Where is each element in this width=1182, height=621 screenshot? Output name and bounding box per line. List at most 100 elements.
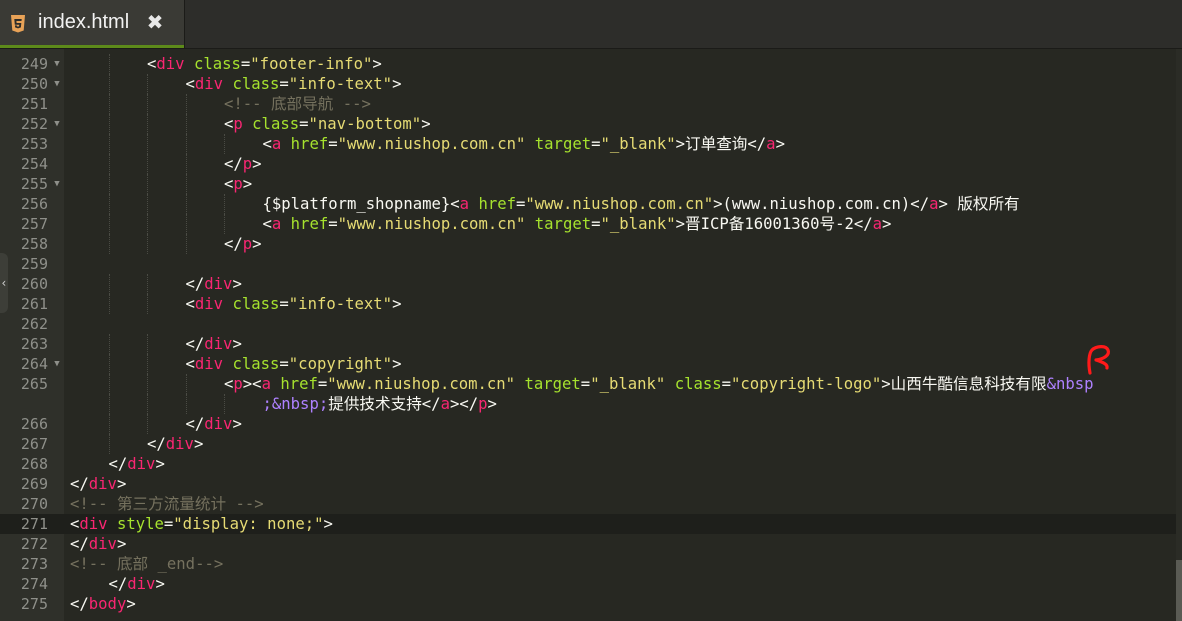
code-text: </div> bbox=[70, 474, 126, 494]
code-line[interactable]: 261 <div class="info-text"> bbox=[0, 294, 1182, 314]
indent-guide bbox=[147, 194, 148, 214]
tag-name: div bbox=[194, 295, 224, 313]
line-number: 268 bbox=[20, 455, 48, 473]
tag-name: a bbox=[271, 215, 282, 233]
code-text: = bbox=[328, 135, 338, 153]
code-text: <p><a href="www.niushop.com.cn" target="… bbox=[224, 374, 1094, 394]
active-tab-indicator bbox=[0, 45, 184, 48]
code-text: <!-- 底部导航 --> bbox=[224, 94, 371, 114]
code-text: > bbox=[126, 595, 136, 613]
indent-guide bbox=[224, 194, 225, 214]
code-text: > bbox=[116, 535, 127, 553]
indent-guide bbox=[224, 394, 225, 414]
attribute-value: "www.niushop.com.cn" bbox=[337, 135, 526, 153]
code-line[interactable]: 265 <p><a href="www.niushop.com.cn" targe… bbox=[0, 374, 1182, 394]
tag-name: div bbox=[194, 75, 224, 93]
fold-toggle-icon[interactable]: ▼ bbox=[52, 74, 62, 94]
code-text: {$platform_shopname}< bbox=[262, 195, 460, 213]
code-text: > bbox=[155, 455, 165, 473]
indent-guide bbox=[108, 94, 110, 114]
line-number: 263 bbox=[20, 335, 48, 353]
code-text: </div> bbox=[109, 574, 165, 594]
code-text: > bbox=[775, 135, 785, 153]
code-text: > bbox=[882, 215, 892, 233]
code-line[interactable]: 254 </p> bbox=[0, 154, 1182, 174]
attribute-value: "_blank" bbox=[600, 215, 676, 233]
code-line[interactable]: 275 </body> bbox=[0, 594, 1182, 614]
tag-name: p bbox=[233, 375, 243, 393]
indent-guide bbox=[108, 434, 110, 454]
vertical-scrollbar[interactable] bbox=[1176, 49, 1182, 621]
attribute-value: "display: none;" bbox=[173, 515, 324, 533]
code-line[interactable]: 266 </div> bbox=[0, 414, 1182, 434]
code-line[interactable]: 262 bbox=[0, 314, 1182, 334]
code-line[interactable]: 256 {$platform_shopname}<a href="www.nius… bbox=[0, 194, 1182, 214]
fold-toggle-icon[interactable]: ▼ bbox=[52, 354, 62, 374]
code-text: = bbox=[516, 195, 526, 213]
code-line[interactable]: 250 ▼ <div class="info-text"> bbox=[0, 74, 1182, 94]
attribute-value: "_blank" bbox=[600, 135, 676, 153]
code-text: > bbox=[372, 55, 382, 73]
close-icon[interactable]: ✖ bbox=[144, 8, 166, 36]
line-number bbox=[0, 394, 48, 414]
code-text: < bbox=[185, 75, 195, 93]
fold-toggle-icon[interactable]: ▼ bbox=[52, 54, 62, 74]
attribute-name: class bbox=[674, 375, 722, 393]
code-line[interactable]: ;&nbsp;提供技术支持</a></p> bbox=[0, 394, 1182, 414]
code-text: = bbox=[279, 295, 289, 313]
code-line[interactable]: 268 </div> bbox=[0, 454, 1182, 474]
tag-name: div bbox=[79, 515, 108, 533]
line-number: 256 bbox=[20, 195, 48, 213]
code-text: {$platform_shopname}<a href="www.niushop… bbox=[263, 194, 1020, 214]
comment: <!-- 底部 _end--> bbox=[70, 555, 224, 573]
code-line[interactable]: 260 </div> bbox=[0, 274, 1182, 294]
tab-index-html[interactable]: index.html ✖ bbox=[0, 0, 185, 48]
indent-guide bbox=[108, 174, 110, 194]
code-text: <div class="info-text"> bbox=[186, 74, 402, 94]
code-text: = bbox=[240, 55, 251, 73]
code-line[interactable]: 251 <!-- 底部导航 --> bbox=[0, 94, 1182, 114]
fold-toggle-icon[interactable]: ▼ bbox=[52, 114, 62, 134]
code-text: <div class="info-text"> bbox=[186, 294, 402, 314]
code-line[interactable]: 264 ▼ <div class="copyright"> bbox=[0, 354, 1182, 374]
code-line[interactable]: 274 </div> bbox=[0, 574, 1182, 594]
scrollbar-thumb[interactable] bbox=[1176, 560, 1182, 621]
code-text: <p> bbox=[224, 174, 252, 194]
code-line[interactable]: 255 ▼ <p> bbox=[0, 174, 1182, 194]
line-number: 269 bbox=[20, 475, 48, 493]
fold-toggle-icon[interactable]: ▼ bbox=[52, 174, 62, 194]
code-area[interactable]: 249 ▼ <div class="footer-info"> 250 ▼ <div cl… bbox=[0, 49, 1182, 621]
indent-guide bbox=[108, 154, 110, 174]
code-text: </ bbox=[108, 455, 128, 473]
line-number: 275 bbox=[20, 595, 48, 613]
code-line[interactable]: 263 </div> bbox=[0, 334, 1182, 354]
code-line[interactable]: 253 <a href="www.niushop.com.cn" target="… bbox=[0, 134, 1182, 154]
code-line[interactable]: 249 ▼ <div class="footer-info"> bbox=[0, 54, 1182, 74]
collapse-sidebar-handle[interactable]: ‹ bbox=[0, 253, 8, 313]
tag-name: div bbox=[165, 435, 194, 453]
indent-guide bbox=[108, 294, 110, 314]
code-line[interactable]: 270 <!-- 第三方流量统计 --> bbox=[0, 494, 1182, 514]
code-line[interactable]: 258 </p> bbox=[0, 234, 1182, 254]
attribute-value: "_blank" bbox=[590, 375, 666, 393]
code-text: > bbox=[392, 355, 402, 373]
code-editor[interactable]: 249 ▼ <div class="footer-info"> 250 ▼ <div cl… bbox=[0, 49, 1182, 621]
indent-guide bbox=[147, 294, 148, 314]
red-annotation-mark bbox=[1087, 345, 1110, 375]
code-line[interactable]: 272 </div> bbox=[0, 534, 1182, 554]
code-text: >晋ICP备16001360号-2</ bbox=[675, 215, 873, 233]
indent-guide bbox=[224, 134, 225, 154]
indent-guide bbox=[147, 374, 148, 394]
code-line[interactable]: 273 <!-- 底部 _end--> bbox=[0, 554, 1182, 574]
code-line[interactable]: 267 </div> bbox=[0, 434, 1182, 454]
code-line[interactable]: 271 <div style="display: none;"> bbox=[0, 514, 1182, 534]
code-line[interactable]: 269 </div> bbox=[0, 474, 1182, 494]
code-line[interactable]: 259 bbox=[0, 254, 1182, 274]
code-line[interactable]: 257 <a href="www.niushop.com.cn" target="… bbox=[0, 214, 1182, 234]
code-line[interactable]: 252 ▼ <p class="nav-bottom"> bbox=[0, 114, 1182, 134]
attribute-value: "www.niushop.com.cn" bbox=[337, 215, 526, 233]
html5-icon bbox=[11, 15, 25, 33]
